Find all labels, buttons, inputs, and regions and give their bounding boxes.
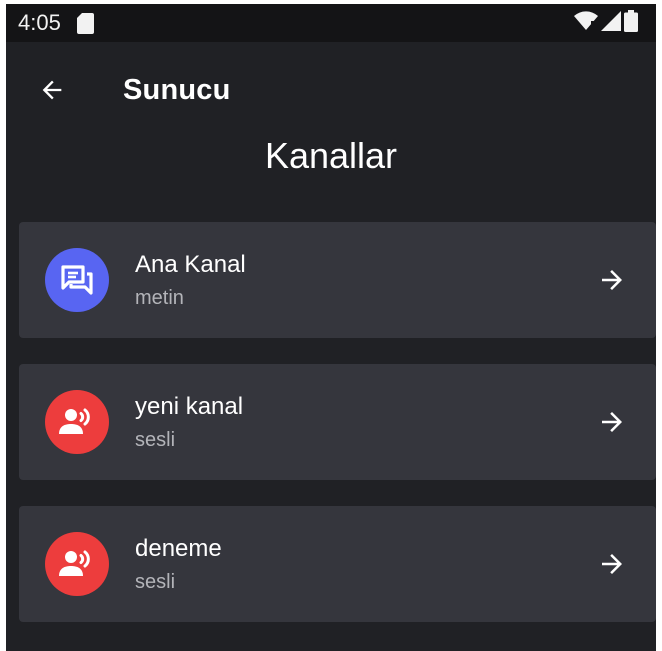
arrow-right-icon[interactable] bbox=[594, 404, 630, 440]
status-bar: 4:05 bbox=[6, 4, 656, 42]
channel-item[interactable]: Ana Kanal metin bbox=[19, 222, 656, 338]
wifi-icon bbox=[574, 10, 598, 36]
app-title: Sunucu bbox=[123, 74, 231, 106]
signal-icon bbox=[601, 10, 621, 36]
status-time: 4:05 bbox=[18, 10, 61, 35]
back-button[interactable] bbox=[32, 70, 72, 110]
page-title: Kanallar bbox=[264, 135, 398, 176]
channel-name: yeni kanal bbox=[135, 393, 244, 420]
app-screen: 4:05 Sunucu Kanallar Ana Kanal metin yen… bbox=[6, 4, 656, 651]
app-bar: Sunucu bbox=[6, 42, 656, 138]
battery-icon bbox=[624, 9, 638, 37]
voice-icon bbox=[59, 408, 90, 434]
channel-name: Ana Kanal bbox=[135, 251, 246, 278]
status-icons bbox=[574, 9, 638, 37]
channel-avatar bbox=[45, 390, 109, 454]
sd-card-icon bbox=[77, 13, 94, 34]
channel-type: sesli bbox=[135, 429, 176, 451]
voice-icon bbox=[59, 550, 90, 576]
channel-list: Ana Kanal metin yeni kanal sesli deneme … bbox=[19, 222, 656, 648]
channel-avatar bbox=[45, 248, 109, 312]
arrow-right-icon[interactable] bbox=[594, 546, 630, 582]
arrow-right-icon[interactable] bbox=[594, 262, 630, 298]
channel-avatar bbox=[45, 532, 109, 596]
channel-item[interactable]: deneme sesli bbox=[19, 506, 656, 622]
arrow-left-icon bbox=[42, 80, 62, 100]
channel-item[interactable]: yeni kanal sesli bbox=[19, 364, 656, 480]
channel-type: sesli bbox=[135, 571, 176, 593]
channel-name: deneme bbox=[135, 535, 222, 562]
chat-icon bbox=[61, 265, 93, 295]
channel-type: metin bbox=[135, 287, 184, 309]
